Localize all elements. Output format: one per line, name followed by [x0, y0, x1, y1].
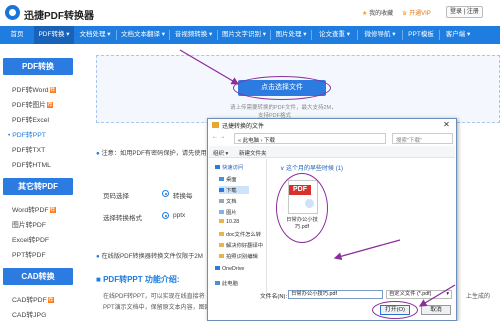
annotation-arrow: [333, 239, 401, 261]
annotation-arrow: [179, 49, 240, 85]
annotation-arrows: [179, 49, 456, 307]
annotation-arrow: [418, 284, 456, 307]
